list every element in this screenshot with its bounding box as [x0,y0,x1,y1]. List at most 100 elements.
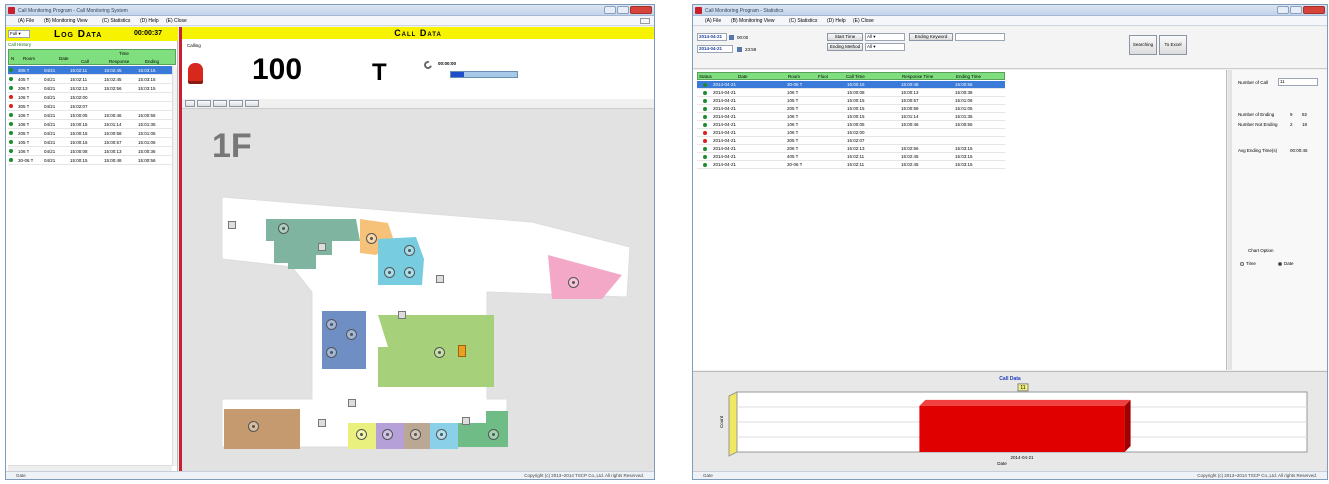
room-call-button[interactable] [404,267,415,278]
restore-icon[interactable] [640,18,650,24]
log-row[interactable]: 106 T 04/21 15:02:00 [8,93,172,102]
minimize-button[interactable] [1277,6,1289,14]
time-from: 00:00 [737,35,749,40]
log-row[interactable]: 305 T 04/21 15:02:07 [8,102,172,111]
table-row[interactable]: 2014-04-21 405 T 15:02:11 15:02:45 15:03:15 [697,153,1005,161]
menu-close[interactable]: (E) Close [166,18,187,24]
table-row[interactable]: 2014-04-21 106 T 15:00:15 15:01:14 15:01:35 [697,113,1005,121]
cell-room: 106 T [787,122,799,127]
table-row[interactable]: 2014-04-21 105 T 15:00:15 15:00:57 15:01:06 [697,97,1005,105]
ending-method-label: Ending Method [827,43,863,51]
summary-scrollbar[interactable] [1228,70,1232,370]
close-button[interactable] [630,6,652,14]
sensor-marker[interactable] [462,417,470,425]
sensor-marker[interactable] [348,399,356,407]
log-scrollbar[interactable] [172,66,177,466]
menu-statistics[interactable]: (C) Statistics [102,18,130,24]
log-table-header: N Room Date Time Call Response Ending [8,49,176,65]
table-row[interactable]: 2014-04-21 305 T 15:02:07 [697,137,1005,145]
sensor-marker[interactable] [318,243,326,251]
status-dot [9,104,13,108]
table-row[interactable]: 2014-04-21 106 T 15:00:05 15:00:46 15:00:55 [697,121,1005,129]
sensor-marker[interactable] [398,311,406,319]
log-row[interactable]: 205 T 04/21 15:00:15 15:00:58 15:01:05 [8,129,172,138]
room-call-button[interactable] [488,429,499,440]
room-call-button[interactable] [434,347,445,358]
cell-ending: 15:00:56 [955,82,973,87]
sensor-marker[interactable] [436,275,444,283]
cell-room: 206 T [787,146,799,151]
log-row[interactable]: 305 T 04/21 15:02:11 15:02:45 15:03:15 [8,66,172,75]
minimize-button[interactable] [604,6,616,14]
room-call-button[interactable] [404,245,415,256]
ending-keyword-input[interactable] [955,33,1005,41]
radio-time[interactable] [1240,262,1244,266]
active-call-marker[interactable] [458,345,466,357]
status-dot [9,77,13,81]
log-row[interactable]: 105 T 04/21 15:00:15 15:00:57 15:01:06 [8,138,172,147]
menu-close[interactable]: (E) Close [853,18,874,24]
menu-file[interactable]: (A) File [705,18,721,24]
col-date: Date [738,74,748,79]
title-bar: Call Monitoring Program - Call Monitorin… [6,5,654,16]
close-button[interactable] [1303,6,1325,14]
table-row[interactable]: 2014-04-21 206 T 15:02:13 15:02:56 15:03:15 [697,145,1005,153]
statistics-window: Call Monitoring Program - Statistics (A)… [692,4,1328,480]
log-row[interactable]: 405 T 04/21 15:02:11 15:02:45 15:03:15 [8,75,172,84]
bar [919,405,1125,452]
menu-statistics[interactable]: (C) Statistics [789,18,817,24]
ending-method-select[interactable]: All ▾ [865,43,905,51]
room-call-button[interactable] [248,421,259,432]
log-row[interactable]: 30-06 T 04/21 15:00:15 15:00:48 15:00:56 [8,156,172,165]
maximize-button[interactable] [1290,6,1302,14]
radio-date[interactable] [1278,262,1282,266]
date-to-input[interactable]: 2014-04-21 [697,45,733,53]
excel-button[interactable]: To Excel [1159,35,1187,55]
log-cell-date: 04/21 [44,104,56,109]
log-row[interactable]: 106 T 04/21 15:00:08 15:00:13 15:00:36 [8,147,172,156]
room-call-button[interactable] [384,267,395,278]
log-row[interactable]: 106 T 04/21 15:00:15 15:01:14 15:01:35 [8,120,172,129]
calendar-icon[interactable] [737,47,742,52]
menu-monitoring-view[interactable]: (B) Monitoring View [731,18,775,24]
cell-response: 15:00:46 [901,122,919,127]
room-call-button[interactable] [436,429,447,440]
table-row[interactable]: 2014-04-21 205 T 15:00:15 15:00:58 15:01:05 [697,105,1005,113]
floor-select[interactable]: Full ▾ [8,30,30,38]
status-dot [9,68,13,72]
menu-monitoring-view[interactable]: (B) Monitoring View [44,18,88,24]
room-call-button[interactable] [278,223,289,234]
room-call-button[interactable] [346,329,357,340]
menu-help[interactable]: (D) Help [140,18,159,24]
col-call-time: Call Time [846,74,865,79]
table-row[interactable]: 2014-04-21 106 T 15:02:00 [697,129,1005,137]
date-from-input[interactable]: 2014-04-21 [697,33,727,41]
room-call-button[interactable] [326,319,337,330]
room-call-button[interactable] [410,429,421,440]
table-row[interactable]: 2014-04-21 30-06 T 15:00:15 15:00:48 15:00:5… [697,81,1005,89]
calendar-icon[interactable] [729,35,734,40]
room-call-button[interactable] [382,429,393,440]
log-row[interactable]: 106 T 04/21 15:00:05 15:00:46 15:00:55 [8,111,172,120]
sensor-marker[interactable] [318,419,326,427]
log-cell-room: 106 T [18,122,30,127]
search-button[interactable]: Searching [1129,35,1157,55]
cell-date: 2014-04-21 [713,154,737,159]
room-call-button[interactable] [326,347,337,358]
table-row[interactable]: 2014-04-21 106 T 15:00:08 15:00:13 15:00:36 [697,89,1005,97]
menu-help[interactable]: (D) Help [827,18,846,24]
table-row[interactable]: 2014-04-21 30-06 T 15:02:11 15:02:45 15:03:1… [697,161,1005,169]
log-row[interactable]: 206 T 04/21 15:02:13 15:02:56 15:03:15 [8,84,172,93]
room-call-button[interactable] [356,429,367,440]
maximize-button[interactable] [617,6,629,14]
col-no: N [11,56,15,61]
room-call-button[interactable] [366,233,377,244]
start-time-select[interactable]: All ▾ [865,33,905,41]
col-response-time: Response Time [902,74,934,79]
menu-file[interactable]: (A) File [18,18,34,24]
log-cell-ending: 15:01:35 [138,122,156,127]
cell-ending: 15:01:05 [955,106,973,111]
room-call-button[interactable] [568,277,579,288]
sensor-marker[interactable] [228,221,236,229]
cell-call: 15:00:05 [847,122,865,127]
